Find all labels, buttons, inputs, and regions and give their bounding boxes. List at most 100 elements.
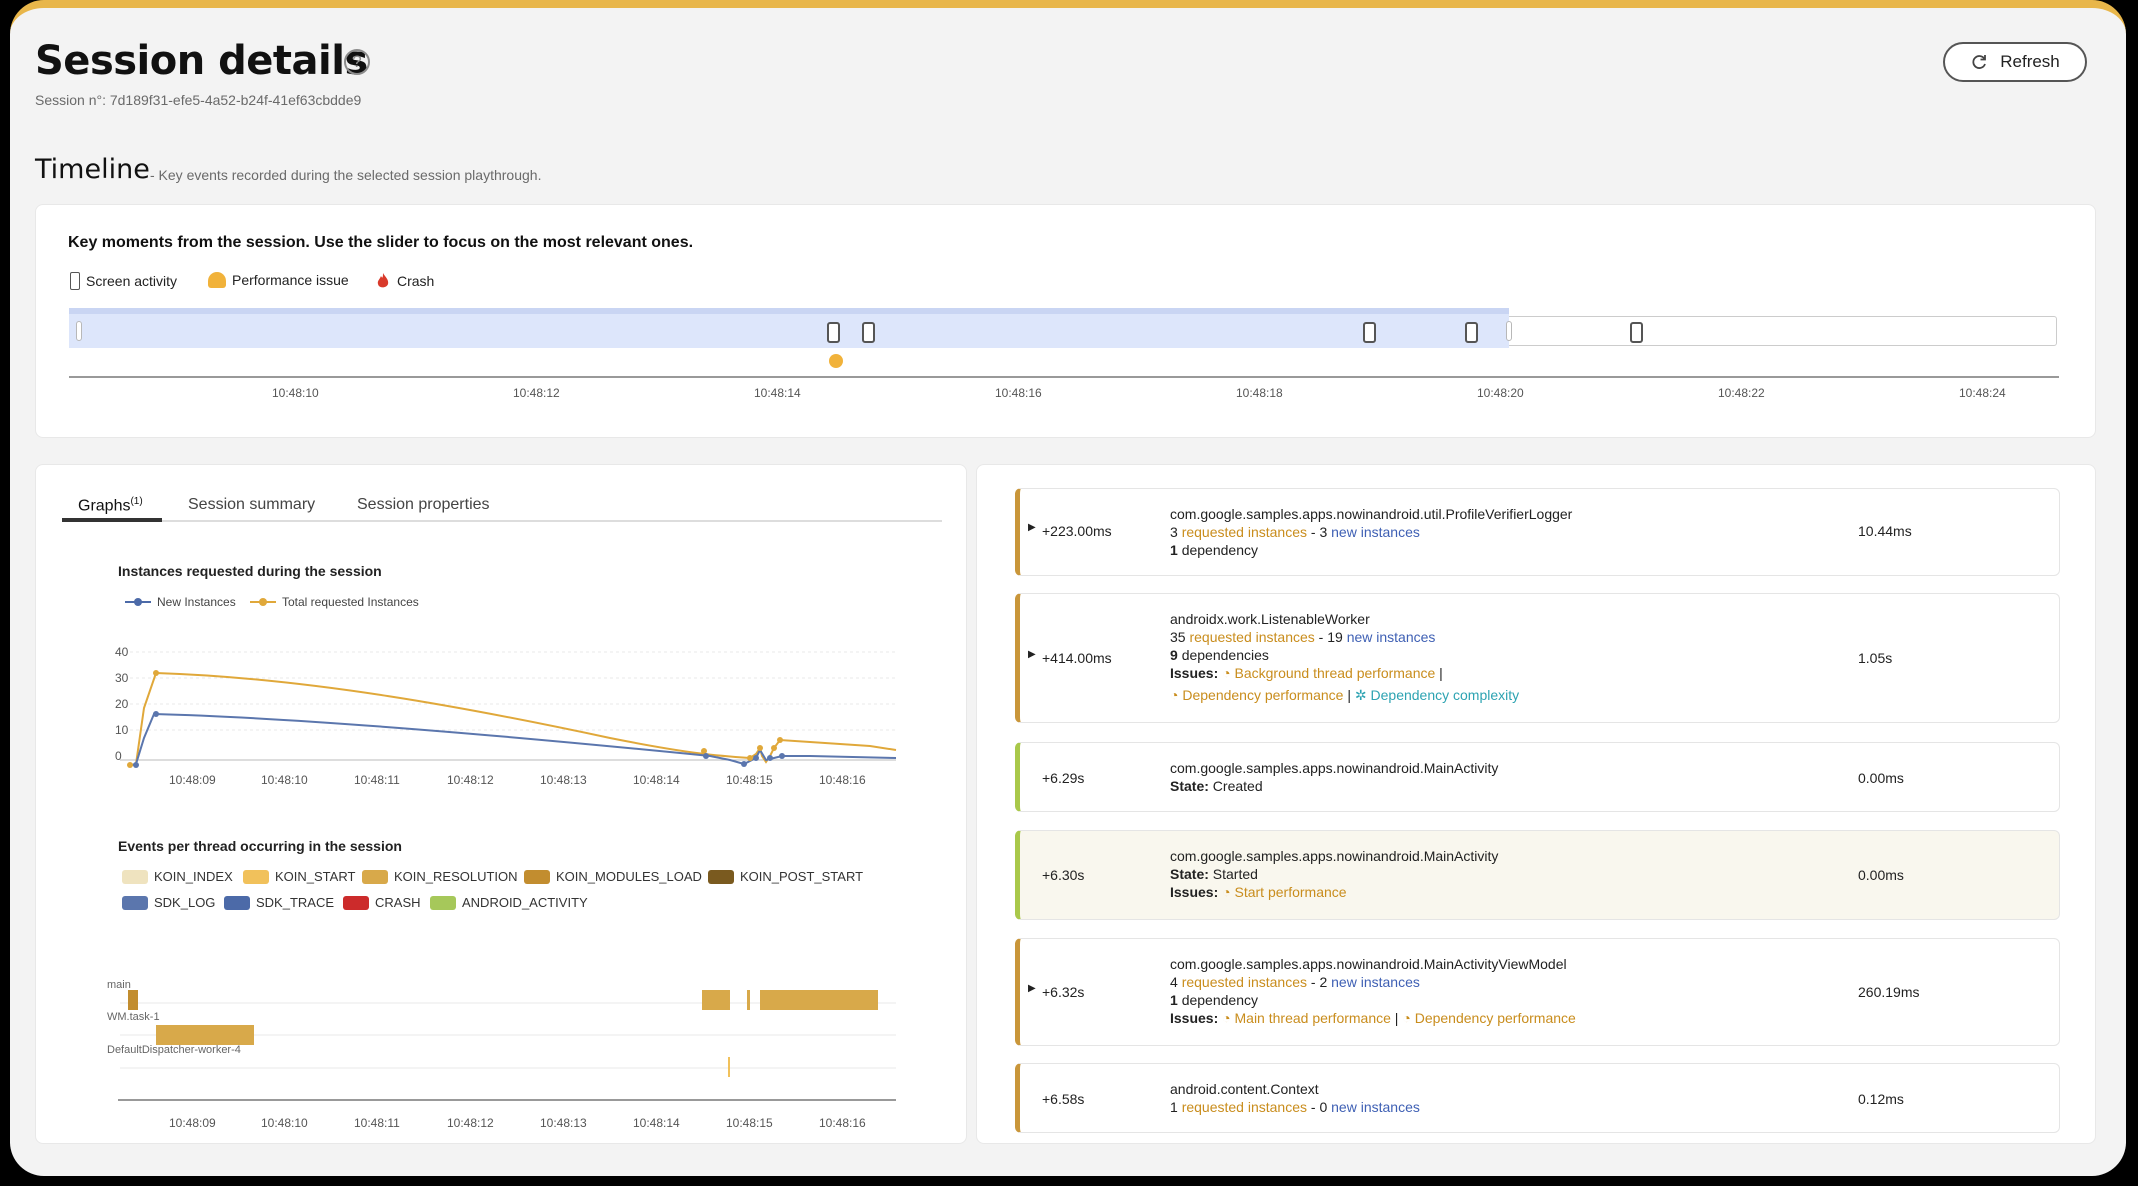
- thread-legend-label: KOIN_START: [275, 869, 356, 884]
- gantt-bar[interactable]: [702, 990, 730, 1010]
- thread-legend-label: SDK_TRACE: [256, 895, 335, 910]
- thread-legend-item[interactable]: KOIN_RESOLUTION: [362, 869, 518, 884]
- event-row[interactable]: ▶ +414.00ms androidx.work.ListenableWork…: [1015, 593, 2060, 723]
- issue-link[interactable]: Background thread performance: [1235, 665, 1436, 681]
- tab-graphs-label: Graphs: [78, 497, 131, 515]
- deps-count: 9: [1170, 647, 1178, 663]
- new-label[interactable]: new instances: [1331, 524, 1420, 540]
- performance-issue-marker[interactable]: [829, 354, 843, 368]
- screen-activity-marker[interactable]: [1465, 322, 1478, 343]
- issue-link[interactable]: Dependency complexity: [1371, 687, 1520, 703]
- screen-activity-marker[interactable]: [1363, 322, 1376, 343]
- legend-screen-activity: Screen activity: [70, 272, 177, 290]
- timeline-tick-label: 10:48:20: [1477, 386, 1524, 400]
- gantt-bar[interactable]: [128, 990, 138, 1010]
- event-row[interactable]: ▶ +223.00ms com.google.samples.apps.nowi…: [1015, 488, 2060, 576]
- deps-label: dependency: [1181, 992, 1258, 1008]
- legend-swatch: [122, 869, 148, 884]
- timeline-tick-label: 10:48:16: [995, 386, 1042, 400]
- thread-legend-item[interactable]: ANDROID_ACTIVITY: [430, 895, 588, 910]
- event-instances: 4 requested instances - 2 new instances: [1170, 973, 1576, 991]
- separator: -: [1310, 524, 1316, 540]
- new-count: 0: [1319, 1099, 1328, 1115]
- new-label[interactable]: new instances: [1331, 974, 1420, 990]
- event-name: android.content.Context: [1170, 1081, 1319, 1097]
- new-label[interactable]: new instances: [1331, 1099, 1420, 1115]
- legend-new-swatch: [125, 598, 151, 606]
- y-tick: 20: [115, 697, 129, 711]
- event-issues: Issues: ◔ Start performance: [1170, 883, 1498, 901]
- x-tick-label: 10:48:11: [354, 1116, 400, 1130]
- x-tick-label: 10:48:09: [169, 773, 216, 787]
- thread-legend-label: KOIN_POST_START: [740, 869, 864, 884]
- page-title: Session details: [35, 38, 368, 84]
- event-issues-cont: ◔ Dependency performance | ✲ Dependency …: [1170, 687, 1520, 703]
- new-label[interactable]: new instances: [1347, 629, 1436, 645]
- threads-gantt-chart: [118, 990, 896, 1101]
- event-row[interactable]: ▶ +6.32s com.google.samples.apps.nowinan…: [1015, 938, 2060, 1046]
- gantt-bar[interactable]: [156, 1025, 254, 1045]
- gantt-bar[interactable]: [760, 990, 878, 1010]
- expand-arrow-icon[interactable]: ▶: [1028, 522, 1036, 533]
- issue-link[interactable]: Main thread performance: [1235, 1010, 1391, 1026]
- legend-swatch: [708, 869, 734, 884]
- gantt-bar[interactable]: [728, 1057, 730, 1077]
- state-value: Created: [1212, 778, 1263, 794]
- tab-session-summary[interactable]: Session summary: [188, 496, 315, 514]
- event-deps: 1 dependency: [1170, 991, 1576, 1009]
- event-name: com.google.samples.apps.nowinandroid.uti…: [1170, 506, 1573, 522]
- screen-activity-marker[interactable]: [827, 322, 840, 343]
- thread-legend-item[interactable]: KOIN_POST_START: [708, 869, 863, 884]
- tab-session-properties[interactable]: Session properties: [357, 496, 490, 514]
- help-icon[interactable]: ?: [344, 49, 370, 75]
- deps-count: 1: [1170, 992, 1178, 1008]
- screen-activity-marker[interactable]: [862, 322, 875, 343]
- req-label[interactable]: requested instances: [1189, 629, 1314, 645]
- timeline-description: Key moments from the session. Use the sl…: [68, 234, 694, 251]
- thread-legend-item[interactable]: SDK_LOG: [122, 895, 215, 910]
- thread-legend-item[interactable]: CRASH: [343, 895, 421, 910]
- req-label[interactable]: requested instances: [1182, 974, 1307, 990]
- event-body: com.google.samples.apps.nowinandroid.Mai…: [1170, 955, 1576, 1027]
- thread-legend-item[interactable]: KOIN_MODULES_LOAD: [524, 869, 702, 884]
- event-row[interactable]: +6.30s com.google.samples.apps.nowinandr…: [1015, 830, 2060, 920]
- thread-legend-item[interactable]: SDK_TRACE: [224, 895, 334, 910]
- event-time: +223.00ms: [1042, 523, 1112, 539]
- thread-legend-item[interactable]: KOIN_START: [243, 869, 355, 884]
- new-count: 3: [1319, 524, 1328, 540]
- expand-arrow-icon[interactable]: ▶: [1028, 649, 1036, 660]
- event-duration: 10.44ms: [1858, 523, 1912, 539]
- legend-swatch: [122, 895, 148, 910]
- refresh-label: Refresh: [2000, 52, 2060, 71]
- x-tick-label: 10:48:10: [261, 1116, 308, 1130]
- slider-handle-left[interactable]: [76, 321, 82, 341]
- expand-arrow-icon[interactable]: ▶: [1028, 983, 1036, 994]
- total-instances-line: [127, 671, 897, 767]
- x-tick-label: 10:48:15: [726, 1116, 773, 1130]
- threads-chart-title: Events per thread occurring in the sessi…: [118, 838, 402, 854]
- screen-activity-marker[interactable]: [1630, 322, 1643, 343]
- refresh-button[interactable]: Refresh: [1943, 42, 2087, 82]
- slider-handle-right[interactable]: [1506, 321, 1512, 341]
- thread-legend-label: KOIN_INDEX: [154, 869, 233, 884]
- timeline-slider-selection[interactable]: [69, 308, 1509, 348]
- req-label[interactable]: requested instances: [1182, 524, 1307, 540]
- issue-link[interactable]: Dependency performance: [1415, 1010, 1576, 1026]
- timeline-tick-label: 10:48:12: [513, 386, 560, 400]
- instances-chart-title: Instances requested during the session: [118, 563, 382, 579]
- issue-link[interactable]: Dependency performance: [1182, 687, 1343, 703]
- x-tick-label: 10:48:13: [540, 773, 587, 787]
- x-tick-label: 10:48:13: [540, 1116, 587, 1130]
- thread-legend-item[interactable]: KOIN_INDEX: [122, 869, 233, 884]
- deps-count: 1: [1170, 542, 1178, 558]
- event-row[interactable]: +6.29s com.google.samples.apps.nowinandr…: [1015, 742, 2060, 812]
- x-tick-label: 10:48:14: [633, 1116, 680, 1130]
- issues-label: Issues:: [1170, 1010, 1219, 1026]
- tab-graphs[interactable]: Graphs(1): [78, 496, 143, 515]
- gantt-bar[interactable]: [747, 990, 750, 1010]
- legend-swatch: [343, 895, 369, 910]
- x-tick-label: 10:48:09: [169, 1116, 216, 1130]
- event-row[interactable]: +6.58s android.content.Context 1 request…: [1015, 1063, 2060, 1133]
- req-label[interactable]: requested instances: [1182, 1099, 1307, 1115]
- issue-link[interactable]: Start performance: [1235, 884, 1347, 900]
